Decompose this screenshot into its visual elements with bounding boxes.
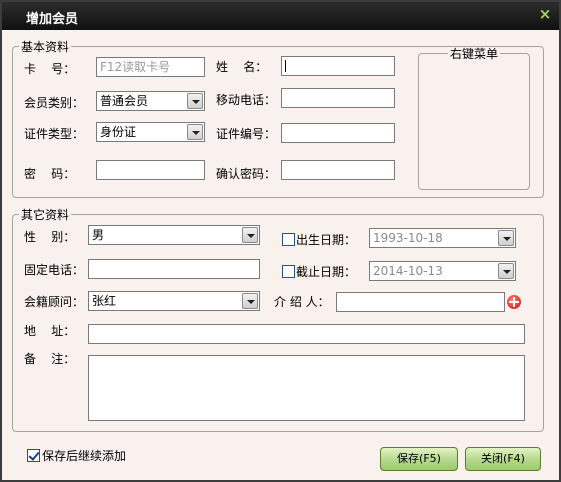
id-type-value: 身份证 xyxy=(100,125,137,139)
advisor-value: 张红 xyxy=(92,294,117,308)
phone-label: 固定电话： xyxy=(24,263,85,277)
text-caret xyxy=(285,60,286,72)
id-type-select[interactable]: 身份证 xyxy=(96,122,205,142)
confirm-password-label: 确认密码： xyxy=(216,167,277,181)
gender-label: 性 别： xyxy=(24,230,76,244)
birthday-checkbox[interactable] xyxy=(282,233,295,246)
member-type-select[interactable]: 普通会员 xyxy=(96,91,205,111)
address-label: 地 址： xyxy=(24,324,76,338)
advisor-select[interactable]: 张红 xyxy=(88,291,260,311)
chevron-down-icon[interactable] xyxy=(187,124,203,140)
name-label: 姓 名： xyxy=(216,60,268,74)
birthday-value: 1993-10-18 xyxy=(373,231,443,245)
card-number-input[interactable]: F12读取卡号 xyxy=(96,57,205,77)
keep-adding-label: 保存后继续添加 xyxy=(42,449,127,463)
birthday-label: 出生日期： xyxy=(296,233,357,247)
dialog-title: 增加会员 xyxy=(26,12,79,27)
referrer-input[interactable] xyxy=(336,292,505,312)
basic-info-legend: 基本资料 xyxy=(21,40,70,54)
mobile-input[interactable] xyxy=(281,88,395,108)
chevron-down-icon[interactable] xyxy=(187,93,203,109)
id-type-label: 证件类型： xyxy=(24,127,85,141)
keep-adding-checkbox[interactable] xyxy=(27,449,40,462)
add-referrer-icon[interactable] xyxy=(507,295,521,309)
close-button[interactable]: 关闭(F4) xyxy=(465,447,541,471)
other-info-legend: 其它资料 xyxy=(21,208,70,222)
member-type-value: 普通会员 xyxy=(100,94,149,108)
phone-input[interactable] xyxy=(88,259,260,279)
notes-label: 备 注： xyxy=(24,352,76,366)
password-input[interactable] xyxy=(96,160,205,180)
expire-label: 截止日期： xyxy=(296,265,357,279)
address-input[interactable] xyxy=(88,324,525,344)
name-input[interactable] xyxy=(281,56,395,76)
chevron-down-icon[interactable] xyxy=(498,230,514,246)
chevron-down-icon[interactable] xyxy=(242,227,258,243)
add-member-dialog: 增加会员 × 基本资料 卡 号： F12读取卡号 姓 名： 会员类别： 普通会员… xyxy=(0,0,561,482)
birthday-date-picker[interactable]: 1993-10-18 xyxy=(369,228,516,248)
id-number-label: 证件编号： xyxy=(216,127,277,141)
gender-select[interactable]: 男 xyxy=(88,225,260,245)
card-number-label: 卡 号： xyxy=(24,62,76,76)
expire-checkbox[interactable] xyxy=(282,265,295,278)
referrer-label: 介 绍 人： xyxy=(274,295,330,309)
mobile-label: 移动电话： xyxy=(216,93,277,107)
context-menu-legend: 右键菜单 xyxy=(449,47,498,61)
title-bar[interactable]: 增加会员 × xyxy=(2,2,559,30)
save-button[interactable]: 保存(F5) xyxy=(380,447,458,471)
close-icon[interactable]: × xyxy=(537,6,553,22)
chevron-down-icon[interactable] xyxy=(242,293,258,309)
confirm-password-input[interactable] xyxy=(281,160,395,180)
password-label: 密 码： xyxy=(24,167,76,181)
id-number-input[interactable] xyxy=(281,123,395,143)
chevron-down-icon[interactable] xyxy=(498,263,514,279)
context-menu-group[interactable]: 右键菜单 xyxy=(418,45,530,190)
member-type-label: 会员类别： xyxy=(24,96,85,110)
expire-value: 2014-10-13 xyxy=(373,264,443,278)
gender-value: 男 xyxy=(92,228,105,242)
notes-textarea[interactable] xyxy=(88,355,525,421)
advisor-label: 会籍顾问： xyxy=(24,295,85,309)
expire-date-picker[interactable]: 2014-10-13 xyxy=(369,261,516,281)
